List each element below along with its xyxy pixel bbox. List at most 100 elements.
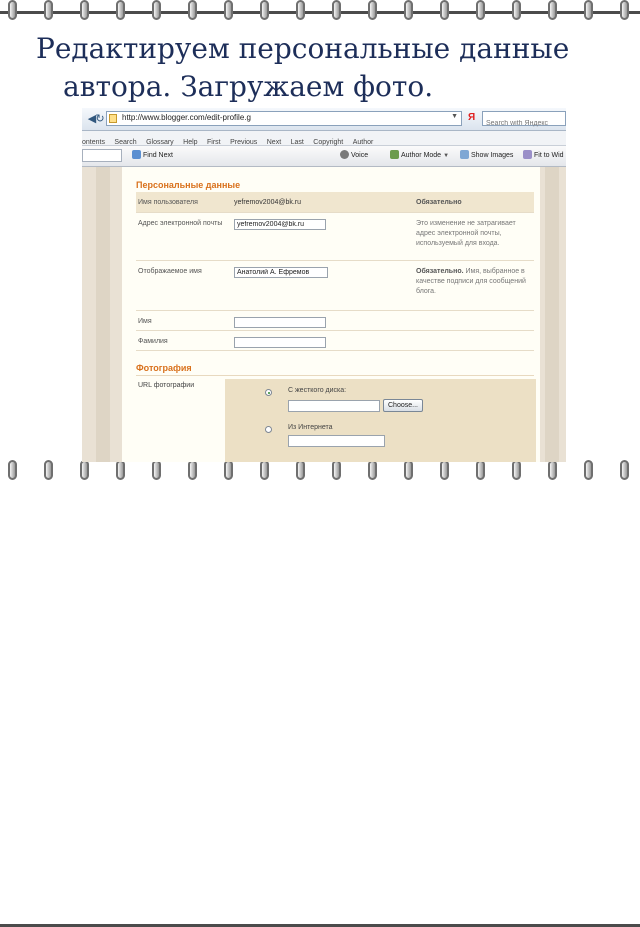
address-bar: ◀ ↻ http://www.blogger.com/edit-profile.… [82, 108, 566, 131]
spiral-ring [152, 0, 161, 20]
form-row-first-name: Имя [136, 310, 534, 331]
spiral-ring [548, 0, 557, 20]
show-images-button[interactable]: Show Images [460, 150, 513, 162]
chevron-down-icon[interactable]: ▼ [451, 113, 458, 120]
spiral-ring [332, 0, 341, 20]
fit-to-width-button[interactable]: Fit to Wid [523, 150, 564, 162]
required-note: Обязательно. [416, 267, 464, 275]
spiral-ring [116, 460, 125, 480]
photo-url-input[interactable] [288, 435, 385, 447]
slide-title: Редактируем персональные данные автора. … [36, 30, 636, 106]
slide-title-line-2: автора. Загружаем фото. [63, 70, 434, 103]
spiral-ring [80, 460, 89, 480]
email-note: Это изменение не затрагивает адрес элект… [414, 212, 534, 261]
display-name-field[interactable] [234, 266, 328, 278]
fit-width-icon [523, 150, 532, 159]
spiral-ring [260, 0, 269, 20]
spiral-ring [620, 0, 629, 20]
spiral-ring [188, 0, 197, 20]
spiral-ring [620, 460, 629, 480]
from-internet-label: Из Интернета [288, 424, 333, 431]
username-value: yefremov2004@bk.ru [232, 192, 414, 213]
search-input[interactable] [483, 117, 565, 130]
spiral-ring [512, 460, 521, 480]
username-label: Имя пользователя [136, 192, 232, 213]
display-name-label: Отображаемое имя [136, 260, 232, 311]
find-next-label: Find Next [143, 152, 173, 159]
page-margin-right [545, 167, 559, 462]
spiral-ring [260, 460, 269, 480]
spiral-ring [440, 0, 449, 20]
first-name-label: Имя [136, 310, 232, 331]
photo-heading: Фотография [136, 363, 192, 373]
menu-bar: ontents Search Glossary Help First Previ… [82, 131, 566, 146]
spiral-ring [368, 0, 377, 20]
spiral-ring [152, 460, 161, 480]
personal-data-heading: Персональные данные [136, 180, 241, 190]
author-mode-label: Author Mode [401, 152, 442, 159]
spiral-binding-top [0, 0, 640, 22]
spiral-ring [296, 0, 305, 20]
first-name-field[interactable] [234, 316, 326, 328]
form-row-username: Имя пользователя yefremov2004@bk.ru Обяз… [136, 192, 534, 213]
spiral-ring [476, 460, 485, 480]
page-icon [109, 114, 117, 123]
author-mode-button[interactable]: Author Mode ▼ [390, 150, 449, 162]
find-input[interactable] [82, 149, 122, 162]
email-label: Адрес электронной почты [136, 212, 232, 261]
profile-page: Персональные данные Имя пользователя yef… [122, 167, 540, 462]
image-icon [460, 150, 469, 159]
yandex-logo-icon[interactable]: Я [468, 112, 475, 123]
chevron-down-icon[interactable]: ▼ [443, 153, 449, 159]
spiral-ring [44, 0, 53, 20]
spiral-ring [404, 460, 413, 480]
last-name-label: Фамилия [136, 330, 232, 351]
spiral-ring [80, 0, 89, 20]
author-mode-icon [390, 150, 399, 159]
spiral-ring [440, 460, 449, 480]
browser-screenshot: ◀ ↻ http://www.blogger.com/edit-profile.… [82, 108, 566, 462]
photo-url-label: URL фотографии [138, 382, 195, 389]
spiral-ring [476, 0, 485, 20]
url-field[interactable]: http://www.blogger.com/edit-profile.g ▼ [106, 111, 462, 126]
voice-button[interactable]: Voice [340, 150, 368, 162]
slide-title-line-1: Редактируем персональные данные [36, 32, 570, 65]
from-disk-label: С жесткого диска: [288, 387, 347, 394]
profile-form: Имя пользователя yefremov2004@bk.ru Обяз… [136, 192, 534, 351]
find-next-icon [132, 150, 141, 159]
spiral-ring [332, 460, 341, 480]
spiral-ring [224, 460, 233, 480]
spiral-ring [512, 0, 521, 20]
url-text: http://www.blogger.com/edit-profile.g [122, 113, 251, 122]
spiral-ring [8, 0, 17, 20]
email-field[interactable] [234, 218, 326, 230]
radio-from-disk[interactable] [265, 389, 272, 396]
required-note: Обязательно [416, 199, 462, 206]
spiral-ring [584, 460, 593, 480]
spiral-ring [368, 460, 377, 480]
fit-to-width-label: Fit to Wid [534, 152, 564, 159]
toolbar: Find Next Voice Author Mode ▼ Show Images… [82, 146, 566, 167]
spiral-ring [296, 460, 305, 480]
choose-file-button[interactable]: Choose... [383, 399, 423, 412]
spiral-ring [548, 460, 557, 480]
refresh-icon[interactable]: ↻ [93, 112, 107, 126]
voice-label: Voice [351, 152, 369, 159]
spiral-ring [44, 460, 53, 480]
section-divider [136, 375, 534, 376]
show-images-label: Show Images [471, 152, 514, 159]
form-row-email: Адрес электронной почты Это изменение не… [136, 212, 534, 261]
radio-from-internet[interactable] [265, 426, 272, 433]
find-next-button[interactable]: Find Next [132, 150, 173, 162]
last-name-field[interactable] [234, 336, 326, 348]
form-row-last-name: Фамилия [136, 330, 534, 351]
form-row-display-name: Отображаемое имя Обязательно. Имя, выбра… [136, 260, 534, 311]
spiral-ring [8, 460, 17, 480]
spiral-ring [188, 460, 197, 480]
file-path-input[interactable] [288, 400, 380, 412]
spiral-ring [404, 0, 413, 20]
spiral-ring [224, 0, 233, 20]
spiral-ring [116, 0, 125, 20]
page-margin-left [96, 167, 110, 462]
search-field[interactable] [482, 111, 566, 130]
